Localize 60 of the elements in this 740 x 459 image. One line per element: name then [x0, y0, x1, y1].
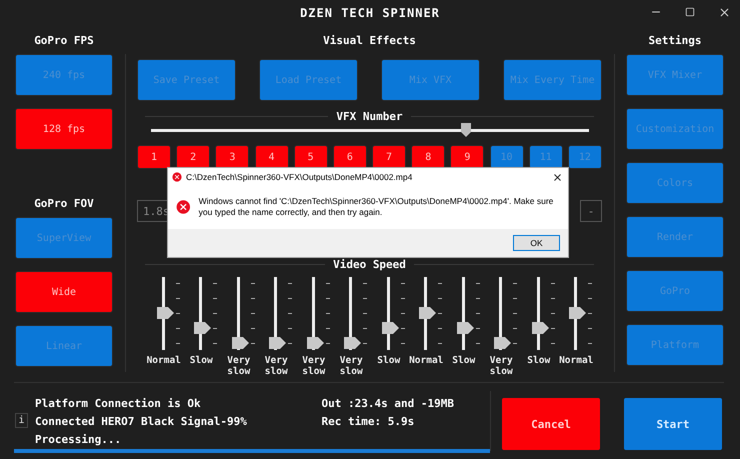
speed-label: Slow — [526, 355, 552, 366]
status-text: Processing... — [35, 432, 122, 448]
speed-label: Normal — [408, 355, 444, 366]
output-text: Rec time: 5.9s — [322, 414, 416, 430]
ok-button[interactable]: OK — [513, 235, 560, 251]
speed-label: Slow — [376, 355, 402, 366]
slider-thumb[interactable] — [419, 307, 436, 319]
number-button[interactable]: 8 — [411, 145, 446, 169]
dialog-title: C:\DzenTech\Spinner360-VFX\Outputs\DoneMP4\0002.mp4 — [186, 172, 414, 182]
number-button[interactable]: 9 — [450, 145, 484, 169]
number-button[interactable]: 12 — [568, 145, 602, 169]
section-title: VFX Number — [336, 110, 403, 123]
slider-thumb[interactable] — [156, 307, 174, 319]
section-title: Video Speed — [333, 258, 406, 271]
step-button[interactable]: - — [580, 200, 602, 222]
section-title: GoPro FPS — [33, 33, 95, 49]
slider-thumb[interactable] — [456, 322, 474, 334]
output-text: Out :23.4s and -19MB — [322, 396, 455, 412]
number-button[interactable]: 10 — [490, 145, 524, 169]
start-button[interactable]: Start — [624, 398, 722, 450]
status-text: Connected HERO7 Black Signal-99% — [35, 414, 248, 430]
slider-thumb[interactable] — [344, 337, 362, 349]
slider-thumb[interactable] — [569, 307, 586, 319]
section-title: Visual Effects — [322, 33, 417, 49]
error-icon — [172, 172, 182, 182]
slider-thumb[interactable] — [532, 322, 549, 334]
error-message: Windows cannot find 'C:\DzenTech\Spinner360-VFX\Outputs\DoneMP4\0002.mp4'. Make sure you typed the name correctly, and then try again. — [198, 196, 554, 218]
maximize-icon — [685, 7, 695, 17]
close-icon — [552, 172, 562, 182]
number-button[interactable]: 6 — [332, 145, 367, 169]
slider-thumb[interactable] — [461, 123, 472, 137]
status-text: Platform Connection is Ok — [35, 396, 202, 412]
number-button[interactable]: 7 — [372, 145, 406, 169]
number-button[interactable]: 5 — [294, 145, 328, 169]
speed-label: Very slow — [301, 355, 326, 377]
number-button[interactable]: 1 — [137, 145, 171, 169]
cancel-button[interactable]: Cancel — [502, 398, 600, 450]
speed-label: Very slow — [226, 355, 252, 377]
slider-thumb[interactable] — [232, 337, 249, 349]
slider-thumb[interactable] — [306, 337, 324, 349]
number-button[interactable]: 4 — [254, 145, 289, 169]
slider-thumb[interactable] — [382, 322, 399, 334]
speed-label: Very slow — [488, 355, 514, 377]
number-button[interactable]: 3 — [215, 145, 250, 169]
close-icon — [718, 6, 730, 18]
speed-label: Normal — [146, 355, 182, 366]
slider-thumb[interactable] — [269, 337, 286, 349]
speed-label: Slow — [451, 355, 476, 366]
info-icon: i — [15, 413, 28, 428]
speed-label: Very slow — [264, 355, 289, 377]
section-title: GoPro FOV — [33, 196, 95, 212]
section-title: Settings — [648, 33, 702, 49]
window-title: DZEN TECH SPINNER — [300, 6, 440, 20]
speed-label: Normal — [558, 355, 594, 366]
speed-label: Very slow — [338, 355, 364, 377]
slider-thumb[interactable] — [194, 322, 212, 334]
slider-thumb[interactable] — [494, 337, 512, 349]
number-button[interactable]: 2 — [176, 145, 210, 169]
number-button[interactable]: 11 — [528, 145, 563, 169]
speed-label: Slow — [188, 355, 214, 366]
